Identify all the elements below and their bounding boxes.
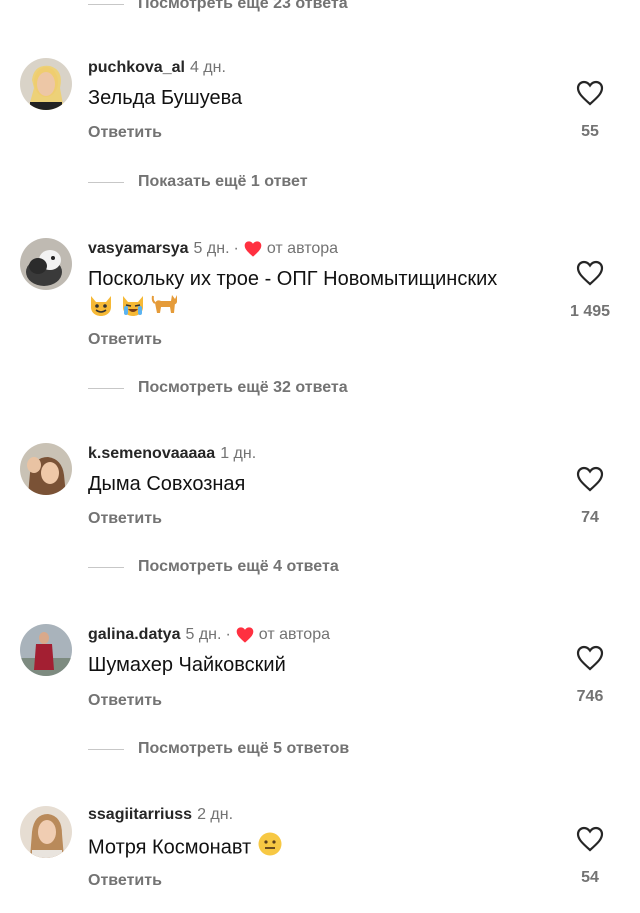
comment-time: 5 дн.: [193, 240, 230, 257]
neutral-face-icon: [257, 831, 283, 865]
like-group: 55: [560, 80, 620, 141]
comment-text: Дыма Совхозная: [88, 473, 246, 495]
heart-icon[interactable]: [576, 826, 604, 857]
view-more-replies-top[interactable]: Посмотреть ещё 23 ответа: [88, 0, 348, 16]
username[interactable]: k.semenovaaaaa: [88, 445, 215, 463]
cat-icon: [151, 293, 179, 325]
comment-text: Шумахер Чайковский: [88, 654, 286, 676]
comment-text: Поскольку их трое - ОПГ Новомытищинских: [88, 265, 558, 325]
username[interactable]: vasyamarsya: [88, 240, 189, 258]
reply-button[interactable]: Ответить: [88, 510, 162, 528]
comment-meta: galina.datya 5 дн. · от автора: [88, 626, 330, 644]
avatar[interactable]: [20, 806, 72, 858]
liked-by-author-label: от автора: [266, 240, 339, 257]
comment-meta: vasyamarsya 5 дн. · от автора: [88, 240, 339, 258]
heart-icon[interactable]: [576, 260, 604, 291]
liked-by-author-label: от автора: [258, 626, 330, 643]
avatar[interactable]: [20, 238, 72, 290]
like-group: 746: [560, 645, 620, 706]
reply-button[interactable]: Ответить: [88, 872, 162, 890]
like-group: 74: [560, 466, 620, 527]
username[interactable]: puchkova_al: [88, 59, 185, 77]
divider-line: [88, 387, 124, 389]
divider-line: [88, 3, 124, 5]
heart-icon[interactable]: [576, 80, 604, 111]
view-more-replies[interactable]: Посмотреть ещё 5 ответов: [88, 737, 349, 761]
avatar[interactable]: [20, 443, 72, 495]
divider-line: [88, 566, 124, 568]
comment-time: 5 дн.: [185, 626, 222, 643]
divider-line: [88, 181, 124, 183]
username[interactable]: galina.datya: [88, 626, 180, 644]
like-group: 1 495: [560, 260, 620, 321]
comment-text: Мотря Космонавт: [88, 831, 558, 865]
author-heart-icon: [243, 240, 263, 258]
view-more-replies[interactable]: Показать ещё 1 ответ: [88, 170, 308, 194]
like-count: 1 495: [569, 303, 611, 320]
comment-time: 4 дн.: [189, 59, 226, 76]
like-group: 54: [560, 826, 620, 887]
heart-icon[interactable]: [576, 466, 604, 497]
reply-button[interactable]: Ответить: [88, 124, 162, 142]
reply-button[interactable]: Ответить: [88, 692, 162, 710]
username[interactable]: ssagiitarriuss: [88, 806, 192, 824]
comment-meta: puchkova_al 4 дн.: [88, 59, 226, 77]
comment-time: 2 дн.: [197, 806, 234, 823]
heart-icon[interactable]: [576, 645, 604, 676]
divider-line: [88, 748, 124, 750]
comment-time: 1 дн.: [220, 445, 257, 462]
comment-text: Зельда Бушуева: [88, 87, 243, 109]
comment-meta: k.semenovaaaaa 1 дн.: [88, 445, 256, 463]
author-heart-icon: [235, 626, 255, 644]
crying-cat-icon: [120, 293, 146, 325]
comment-meta: ssagiitarriuss 2 дн.: [88, 806, 233, 824]
avatar[interactable]: [20, 58, 72, 110]
like-count: 746: [576, 688, 604, 705]
reply-button[interactable]: Ответить: [88, 331, 162, 349]
view-more-replies[interactable]: Посмотреть ещё 4 ответа: [88, 555, 339, 579]
like-count: 74: [581, 509, 599, 526]
view-more-replies[interactable]: Посмотреть ещё 32 ответа: [88, 376, 348, 400]
cat-face-icon: [88, 293, 114, 325]
avatar[interactable]: [20, 624, 72, 676]
like-count: 55: [581, 123, 599, 140]
like-count: 54: [581, 869, 599, 886]
